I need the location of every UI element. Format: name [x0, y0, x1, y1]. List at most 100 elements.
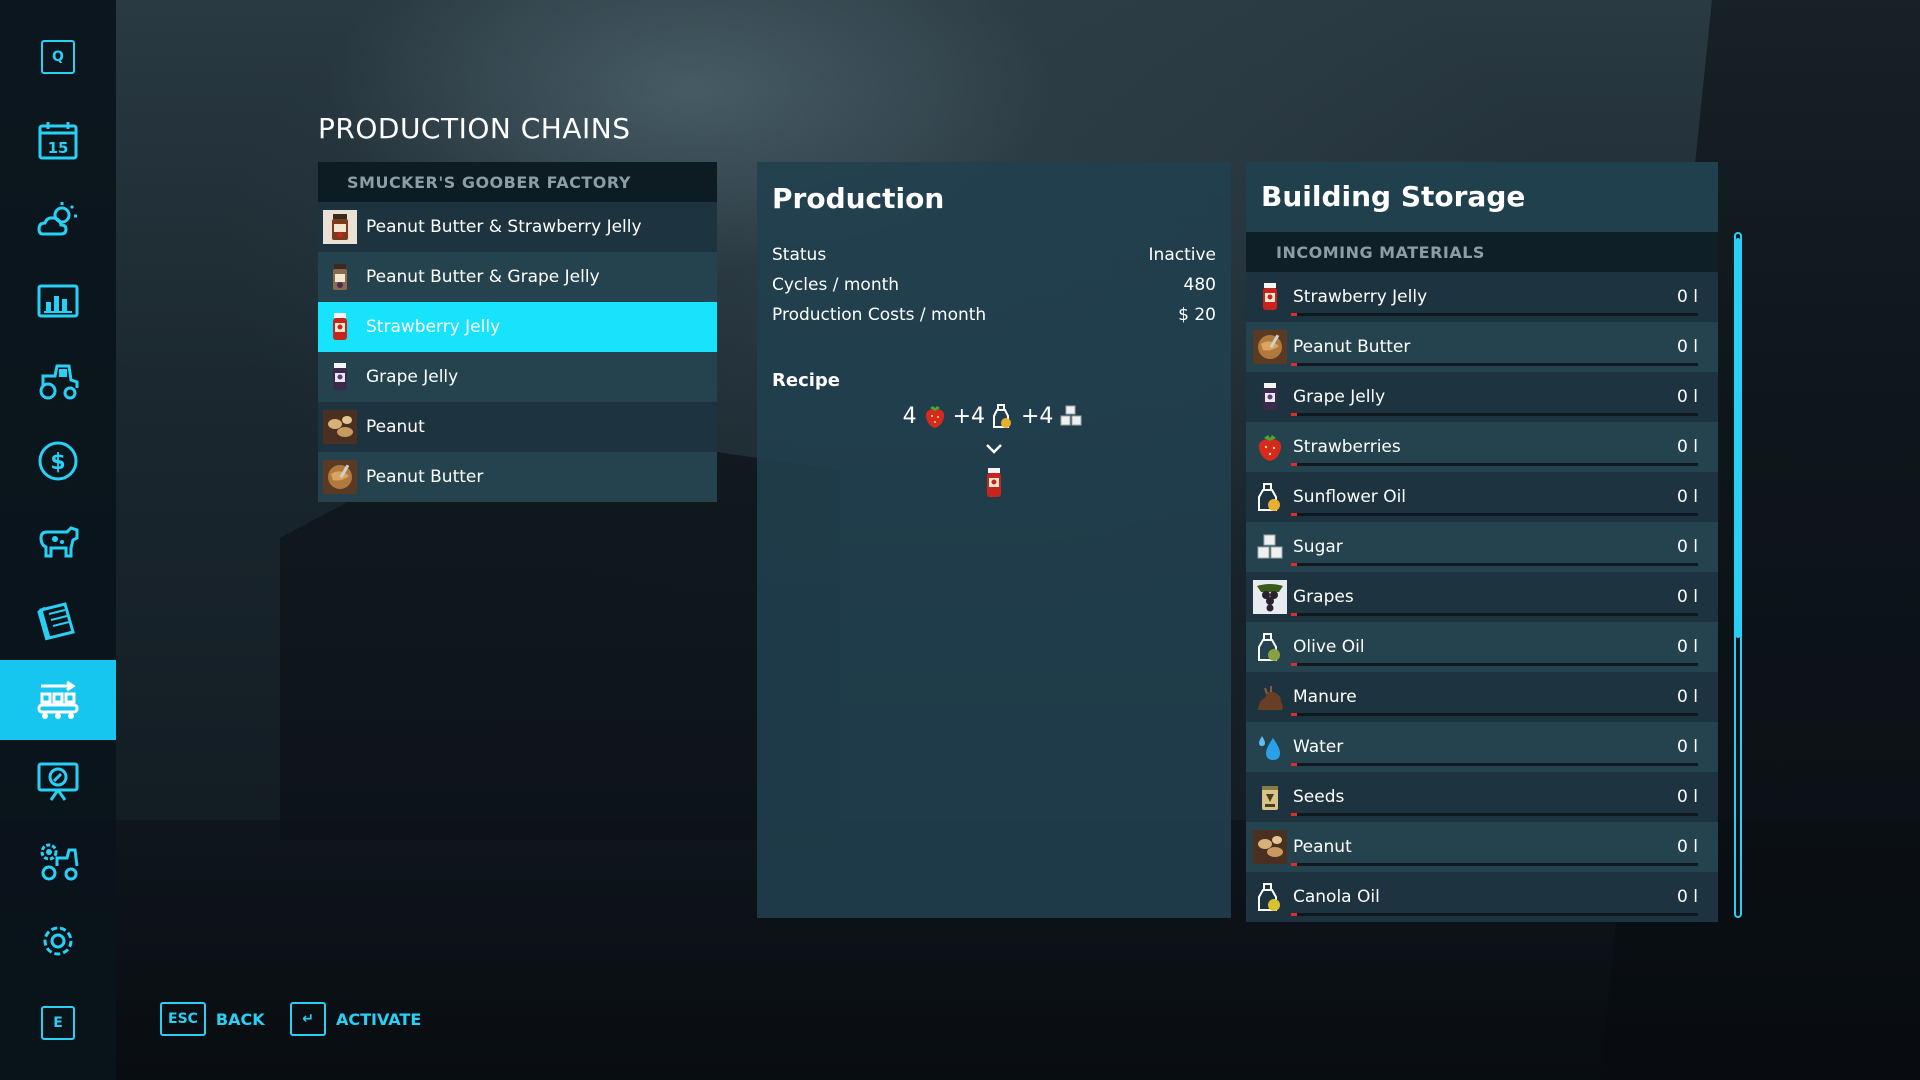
storage-fill-level — [1291, 513, 1297, 516]
chain-item-label: Peanut — [366, 417, 425, 437]
storage-item-value: 0 l — [1677, 587, 1698, 607]
sidebar-item-help[interactable] — [0, 742, 116, 820]
storage-fill-bar — [1291, 563, 1698, 566]
storage-item-name: Grapes — [1293, 587, 1354, 607]
storage-item-name: Seeds — [1293, 787, 1345, 807]
factory-header: SMUCKER'S GOOBER FACTORY — [318, 162, 717, 202]
oil-bottle-icon — [993, 404, 1011, 428]
storage-fill-level — [1291, 863, 1297, 866]
help-icon — [37, 762, 79, 801]
page-title: PRODUCTION CHAINS — [318, 112, 631, 145]
chain-item-grape-jelly[interactable]: Grape Jelly — [318, 352, 717, 402]
storage-item-name: Sunflower Oil — [1293, 487, 1407, 507]
production-title: Production — [772, 182, 945, 215]
storage-item-value: 0 l — [1677, 437, 1698, 457]
sugar-icon — [1060, 405, 1082, 426]
storage-fill-bar — [1291, 863, 1698, 866]
storage-item-value: 0 l — [1677, 737, 1698, 757]
chain-item-pb-strawberry-jelly[interactable]: Peanut Butter & Strawberry Jelly — [318, 202, 717, 252]
calendar-icon: 15 — [38, 122, 78, 160]
chain-item-label: Peanut Butter — [366, 467, 484, 487]
storage-row-water: Water 0 l — [1246, 722, 1718, 772]
contracts-icon — [37, 602, 75, 641]
strawberry-icon — [925, 406, 944, 428]
recipe-output — [757, 467, 1231, 499]
storage-fill-level — [1291, 663, 1297, 666]
storage-item-value: 0 l — [1677, 537, 1698, 557]
grape-jelly-icon — [1250, 377, 1290, 417]
svg-text:$: $ — [50, 450, 65, 475]
sidebar-item-animals[interactable] — [0, 502, 116, 580]
storage-fill-bar — [1291, 363, 1698, 366]
building-storage-panel: Building Storage INCOMING MATERIALS Stra… — [1246, 162, 1718, 922]
chain-item-label: Peanut Butter & Grape Jelly — [366, 267, 600, 287]
chain-item-strawberry-jelly[interactable]: Strawberry Jelly — [318, 302, 717, 352]
animals-icon — [39, 526, 79, 558]
oil-bottle-icon — [1250, 877, 1290, 917]
recipe-inputs: 4 +4 +4 — [757, 402, 1231, 430]
storage-row-manure: Manure 0 l — [1246, 672, 1718, 722]
oil-bottle-icon — [1250, 627, 1290, 667]
storage-fill-level — [1291, 463, 1297, 466]
storage-fill-bar — [1291, 663, 1698, 666]
chain-item-label: Grape Jelly — [366, 367, 459, 387]
cycles-value: 480 — [1183, 275, 1216, 295]
back-button[interactable]: ESC BACK — [160, 1002, 265, 1036]
strawberry-jelly-icon — [1250, 277, 1290, 317]
chain-item-label: Strawberry Jelly — [366, 317, 501, 337]
strawberry-jelly-icon — [987, 468, 1001, 497]
oil-bottle-icon — [1250, 477, 1290, 517]
storage-item-value: 0 l — [1677, 687, 1698, 707]
storage-fill-bar — [1291, 763, 1698, 766]
storage-fill-bar — [1291, 463, 1698, 466]
storage-fill-level — [1291, 613, 1297, 616]
storage-fill-bar — [1291, 513, 1698, 516]
vehicle-settings-icon — [40, 843, 79, 881]
storage-row-peanut: Peanut 0 l — [1246, 822, 1718, 872]
strawberry-jelly-icon — [322, 309, 358, 345]
sidebar-item-production-chains[interactable] — [0, 660, 116, 740]
sidebar-item-vehicles[interactable] — [0, 342, 116, 420]
storage-fill-level — [1291, 913, 1297, 916]
chain-item-peanut-butter[interactable]: Peanut Butter — [318, 452, 717, 502]
storage-fill-bar — [1291, 613, 1698, 616]
sidebar-item-finances[interactable]: $ — [0, 422, 116, 500]
storage-fill-bar — [1291, 713, 1698, 716]
peanut-icon — [322, 409, 358, 445]
peanut-icon — [1250, 827, 1290, 867]
sidebar-item-contracts[interactable] — [0, 582, 116, 660]
storage-fill-level — [1291, 813, 1297, 816]
storage-item-name: Sugar — [1293, 537, 1343, 557]
storage-item-name: Manure — [1293, 687, 1357, 707]
status-row: Status Inactive — [772, 240, 1216, 270]
manure-icon — [1250, 677, 1290, 717]
costs-value: $ 20 — [1178, 305, 1216, 325]
storage-title: Building Storage — [1246, 162, 1718, 232]
storage-fill-level — [1291, 313, 1297, 316]
sidebar-item-vehicle-settings[interactable] — [0, 822, 116, 900]
sidebar-next-page-key[interactable]: E — [0, 984, 116, 1062]
storage-scroll-thumb[interactable] — [1736, 238, 1740, 638]
back-label: BACK — [215, 1009, 265, 1029]
finances-icon: $ — [38, 441, 78, 481]
storage-row-strawberry-jelly: Strawberry Jelly 0 l — [1246, 272, 1718, 322]
recipe-quantity: 4 — [902, 403, 917, 429]
esc-key: ESC — [160, 1002, 206, 1036]
chevron-down-icon — [986, 444, 1002, 454]
storage-list[interactable]: Strawberry Jelly 0 l Peanut Butter 0 l G… — [1246, 272, 1718, 922]
storage-row-seeds: Seeds 0 l — [1246, 772, 1718, 822]
recipe-quantity: +4 — [1021, 403, 1054, 429]
storage-fill-bar — [1291, 813, 1698, 816]
storage-fill-level — [1291, 413, 1297, 416]
sidebar-item-weather[interactable] — [0, 182, 116, 260]
sidebar-item-statistics[interactable] — [0, 262, 116, 340]
sidebar-item-calendar[interactable]: 15 — [0, 102, 116, 180]
sidebar-item-settings[interactable] — [0, 902, 116, 980]
sidebar-prev-page-key[interactable]: Q — [0, 18, 116, 96]
activate-button[interactable]: ↵ ACTIVATE — [290, 1002, 421, 1036]
recipe-quantity: +4 — [952, 403, 985, 429]
costs-label: Production Costs / month — [772, 305, 987, 325]
chain-item-peanut[interactable]: Peanut — [318, 402, 717, 452]
chain-item-pb-grape-jelly[interactable]: Peanut Butter & Grape Jelly — [318, 252, 717, 302]
statistics-icon — [37, 284, 79, 318]
